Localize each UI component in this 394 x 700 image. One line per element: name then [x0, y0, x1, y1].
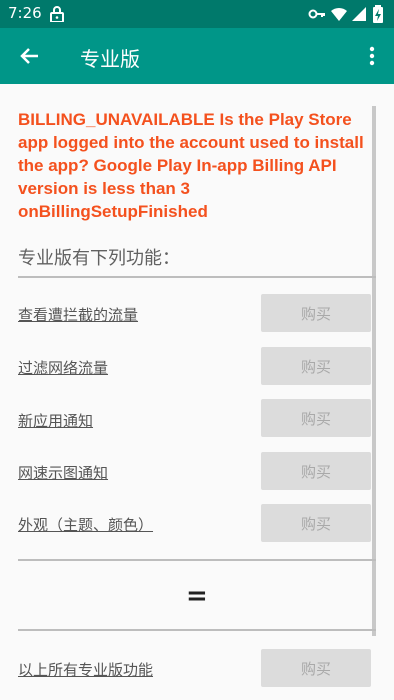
section-divider	[18, 276, 376, 278]
buy-button-filter-traffic[interactable]: 购买	[261, 347, 371, 385]
more-vert-icon[interactable]	[360, 40, 384, 72]
feature-label-blocked-traffic[interactable]: 查看遭拦截的流量	[18, 304, 138, 325]
pro-content: BILLING_UNAVAILABLE Is the Play Store ap…	[0, 84, 394, 700]
lock-icon	[50, 6, 64, 22]
status-bar: 7:26	[0, 0, 394, 28]
status-time: 7:26	[8, 4, 42, 22]
scrollbar[interactable]	[372, 106, 376, 636]
battery-icon	[373, 5, 383, 23]
buy-button-all[interactable]: 购买	[261, 649, 371, 687]
buy-button-blocked-traffic[interactable]: 购买	[261, 294, 371, 332]
app-bar: 专业版	[0, 28, 394, 84]
arrow-back-icon[interactable]	[14, 40, 46, 72]
buy-button-appearance[interactable]: 购买	[261, 504, 371, 542]
key-icon	[308, 9, 325, 19]
page-title: 专业版	[80, 47, 140, 71]
billing-error-message: BILLING_UNAVAILABLE Is the Play Store ap…	[18, 110, 364, 221]
status-icons	[308, 5, 388, 23]
feature-label-filter-traffic[interactable]: 过滤网络流量	[18, 357, 108, 378]
features-divider	[18, 559, 376, 561]
feature-label-all[interactable]: 以上所有专业版功能	[18, 659, 153, 680]
equals-sign: =	[186, 581, 208, 611]
feature-label-appearance[interactable]: 外观（主题、颜色）	[18, 514, 153, 535]
wifi-icon	[331, 7, 347, 21]
buy-button-speed-notify[interactable]: 购买	[261, 452, 371, 490]
feature-label-speed-notify[interactable]: 网速示图通知	[18, 462, 108, 483]
signal-icon	[352, 7, 366, 21]
section-title: 专业版有下列功能：	[18, 248, 180, 269]
buy-button-new-app-notify[interactable]: 购买	[261, 399, 371, 437]
feature-label-new-app-notify[interactable]: 新应用通知	[18, 410, 93, 431]
total-divider	[18, 629, 376, 631]
